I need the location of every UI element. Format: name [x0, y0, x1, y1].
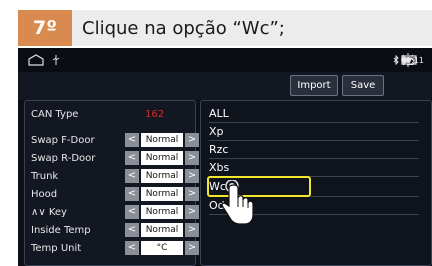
- stepper-value: °C: [141, 241, 183, 255]
- instruction-text: Clique na opção “Wc”;: [82, 17, 285, 39]
- stepper-value: Normal: [141, 223, 183, 237]
- value-stepper: < Normal >: [125, 187, 199, 201]
- toolbar: Import Save: [18, 72, 432, 100]
- chevron-right-icon[interactable]: >: [185, 187, 199, 201]
- option-xp[interactable]: Xp: [209, 123, 419, 140]
- stepper-value: Normal: [141, 187, 183, 201]
- chevron-left-icon[interactable]: <: [125, 187, 139, 201]
- stepper-value: Normal: [141, 133, 183, 147]
- value-stepper: < °C >: [125, 241, 199, 255]
- save-button[interactable]: Save: [342, 75, 384, 96]
- value-stepper: < Normal >: [125, 223, 199, 237]
- setting-label: Swap R-Door: [31, 152, 96, 164]
- setting-label: Hood: [31, 188, 58, 200]
- chevron-right-icon[interactable]: >: [185, 133, 199, 147]
- chevron-left-icon[interactable]: <: [125, 133, 139, 147]
- setting-label: Inside Temp: [31, 224, 91, 236]
- usb-icon: [52, 55, 60, 65]
- chevron-left-icon[interactable]: <: [125, 241, 139, 255]
- setting-row-hood: Hood < Normal >: [31, 185, 199, 203]
- chevron-right-icon[interactable]: >: [185, 205, 199, 219]
- home-icon[interactable]: [28, 54, 44, 66]
- settings-panel: CAN Type 162 Swap F-Door < Normal > Swap…: [24, 100, 199, 266]
- option-rzc[interactable]: Rzc: [209, 141, 419, 158]
- stepper-value: Normal: [141, 205, 183, 219]
- chevron-left-icon[interactable]: <: [125, 223, 139, 237]
- option-xbs[interactable]: Xbs: [209, 159, 419, 176]
- setting-row-temp-unit: Temp Unit < °C >: [31, 239, 199, 257]
- can-type-label: CAN Type: [31, 108, 79, 120]
- chevron-right-icon[interactable]: >: [185, 223, 199, 237]
- status-bar: 00:11: [18, 48, 432, 72]
- tap-hand-icon: [221, 180, 254, 225]
- settings-content: CAN Type 162 Swap F-Door < Normal > Swap…: [18, 100, 432, 266]
- setting-row-trunk: Trunk < Normal >: [31, 167, 199, 185]
- value-stepper: < Normal >: [125, 133, 199, 147]
- setting-row-swap-r-door: Swap R-Door < Normal >: [31, 149, 199, 167]
- setting-row-swap-f-door: Swap F-Door < Normal >: [31, 131, 199, 149]
- import-button[interactable]: Import: [290, 75, 338, 96]
- device-screen: 00:11 Import Save CAN Type 162 Swap F-Do…: [18, 48, 432, 266]
- setting-label: Temp Unit: [31, 242, 82, 254]
- option-all[interactable]: ALL: [209, 105, 419, 122]
- setting-label: ∧∨ Key: [31, 206, 67, 218]
- value-stepper: < Normal >: [125, 169, 199, 183]
- stepper-value: Normal: [141, 151, 183, 165]
- setting-row-inside-temp: Inside Temp < Normal >: [31, 221, 199, 239]
- can-type-value: 162: [145, 108, 165, 120]
- setting-row-key: ∧∨ Key < Normal >: [31, 203, 199, 221]
- stepper-value: Normal: [141, 169, 183, 183]
- chevron-left-icon[interactable]: <: [125, 151, 139, 165]
- back-icon[interactable]: [401, 55, 415, 65]
- chevron-right-icon[interactable]: >: [185, 241, 199, 255]
- setting-label: Swap F-Door: [31, 134, 95, 146]
- setting-label: Trunk: [31, 170, 59, 182]
- value-stepper: < Normal >: [125, 151, 199, 165]
- bluetooth-icon: [393, 55, 399, 65]
- step-badge: 7º: [18, 10, 72, 46]
- chevron-right-icon[interactable]: >: [185, 151, 199, 165]
- chevron-left-icon[interactable]: <: [125, 205, 139, 219]
- can-type-row[interactable]: CAN Type 162: [31, 105, 191, 123]
- instruction-bar: 7º Clique na opção “Wc”;: [18, 10, 432, 46]
- chevron-right-icon[interactable]: >: [185, 169, 199, 183]
- chevron-left-icon[interactable]: <: [125, 169, 139, 183]
- value-stepper: < Normal >: [125, 205, 199, 219]
